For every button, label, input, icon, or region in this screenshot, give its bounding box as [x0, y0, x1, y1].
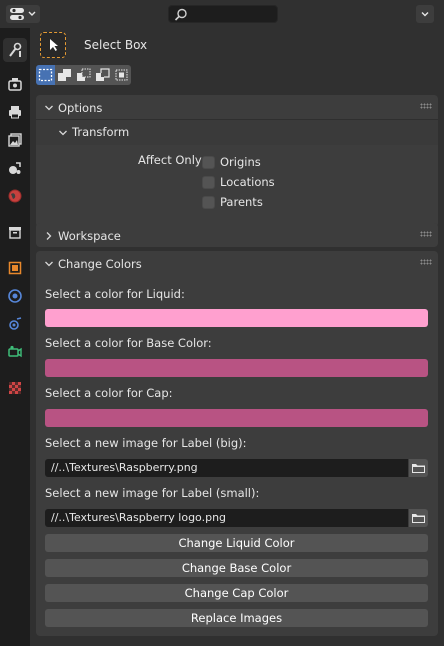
- transform-subpanel-header[interactable]: Transform: [36, 119, 438, 145]
- locations-label: Locations: [220, 175, 275, 189]
- change-colors-panel: Change Colors Select a color for Liquid:…: [36, 251, 438, 636]
- scene-icon: [9, 162, 21, 174]
- label-small-path-field[interactable]: //..\Textures\Raspberry logo.png: [45, 509, 408, 527]
- properties-main: Select Box Options Transform Affect Only…: [30, 28, 444, 646]
- editor-type-dropdown[interactable]: [6, 5, 40, 23]
- liquid-color-swatch[interactable]: [45, 309, 428, 327]
- workspace-panel-header[interactable]: Workspace: [36, 223, 438, 247]
- options-panel-header[interactable]: Options: [36, 95, 438, 121]
- chevron-down-icon: [45, 105, 53, 111]
- replace-images-button[interactable]: Replace Images: [45, 609, 428, 627]
- drag-handle-icon[interactable]: [420, 259, 432, 265]
- parents-label: Parents: [220, 195, 263, 209]
- cursor-icon: [50, 39, 58, 51]
- tab-view-layer[interactable]: [3, 128, 27, 152]
- search-field[interactable]: [168, 5, 278, 23]
- tab-world[interactable]: [3, 184, 27, 208]
- chevron-down-icon: [45, 261, 53, 267]
- select-set-icon: [38, 68, 53, 82]
- chevron-right-icon: [46, 232, 52, 240]
- tab-modifiers[interactable]: [3, 284, 27, 308]
- select-extend-icon: [58, 69, 71, 81]
- selection-mode-group: [36, 65, 132, 85]
- active-tool-name: Select Box: [84, 38, 148, 52]
- change-colors-panel-title: Change Colors: [58, 257, 142, 271]
- folder-icon: [412, 514, 425, 523]
- mode-intersect-button[interactable]: [112, 65, 131, 85]
- tab-collection[interactable]: [3, 220, 27, 244]
- tab-object[interactable]: [3, 256, 27, 280]
- cap-color-swatch[interactable]: [45, 409, 428, 427]
- select-intersect-icon: [115, 69, 128, 81]
- liquid-color-label: Select a color for Liquid:: [45, 287, 185, 301]
- parents-checkbox[interactable]: [202, 196, 215, 209]
- select-invert-icon: [96, 68, 110, 81]
- active-tool-button[interactable]: [40, 32, 66, 58]
- images-icon: [8, 133, 22, 147]
- orange-square-icon: [8, 261, 22, 275]
- globe-icon: [8, 189, 22, 203]
- chevron-down-icon: [59, 130, 67, 136]
- change-base-color-button[interactable]: Change Base Color: [45, 559, 428, 577]
- base-color-label: Select a color for Base Color:: [45, 336, 212, 350]
- label-big-browse-button[interactable]: [409, 459, 428, 477]
- drag-handle-icon[interactable]: [420, 103, 432, 109]
- change-cap-color-button[interactable]: Change Cap Color: [45, 584, 428, 602]
- cap-color-label: Select a color for Cap:: [45, 386, 173, 400]
- workspace-panel: Workspace: [36, 223, 438, 247]
- header-options-dropdown[interactable]: [416, 5, 434, 23]
- drag-handle-icon[interactable]: [420, 231, 432, 237]
- blue-circle-icon: [8, 289, 22, 303]
- mode-extend-button[interactable]: [55, 65, 74, 85]
- select-subtract-icon: [77, 68, 91, 81]
- green-camera-icon: [8, 345, 22, 358]
- blue-orbit-icon: [9, 317, 22, 330]
- options-panel-title: Options: [58, 101, 103, 115]
- affect-only-label: Affect Only: [138, 153, 202, 167]
- mode-invert-button[interactable]: [93, 65, 112, 85]
- properties-header: [0, 0, 444, 28]
- base-color-swatch[interactable]: [45, 359, 428, 377]
- chevron-down-icon: [421, 12, 429, 17]
- origins-checkbox[interactable]: [202, 156, 215, 169]
- label-small-label: Select a new image for Label (small):: [45, 486, 260, 500]
- label-small-browse-button[interactable]: [409, 509, 428, 527]
- chevron-down-icon: [28, 11, 36, 16]
- printer-icon: [9, 106, 21, 119]
- search-icon: [174, 8, 187, 21]
- locations-checkbox[interactable]: [202, 176, 215, 189]
- wrench-screwdriver-icon: [9, 42, 22, 57]
- tab-texture[interactable]: [3, 376, 27, 400]
- properties-tabs: [0, 28, 30, 646]
- folder-icon: [412, 464, 425, 473]
- tab-render[interactable]: [3, 72, 27, 96]
- workspace-panel-title: Workspace: [58, 229, 121, 243]
- tab-scene[interactable]: [3, 156, 27, 180]
- properties-editor-icon: [10, 8, 36, 20]
- options-panel: Options Transform Affect Only Origins Lo…: [36, 95, 438, 227]
- label-big-path-field[interactable]: //..\Textures\Raspberry.png: [45, 459, 408, 477]
- tab-physics[interactable]: [3, 312, 27, 336]
- mode-set-button[interactable]: [36, 65, 55, 85]
- collection-box-icon: [9, 227, 21, 239]
- tab-output[interactable]: [3, 100, 27, 124]
- tab-tool[interactable]: [3, 38, 27, 62]
- camera-back-icon: [8, 78, 22, 91]
- change-liquid-color-button[interactable]: Change Liquid Color: [45, 534, 428, 552]
- label-big-label: Select a new image for Label (big):: [45, 436, 247, 450]
- origins-label: Origins: [220, 155, 261, 169]
- mode-subtract-button[interactable]: [74, 65, 93, 85]
- checker-icon: [9, 382, 21, 394]
- transform-subpanel-title: Transform: [72, 125, 130, 139]
- tab-object-data[interactable]: [3, 340, 27, 364]
- change-colors-panel-header[interactable]: Change Colors: [36, 251, 438, 277]
